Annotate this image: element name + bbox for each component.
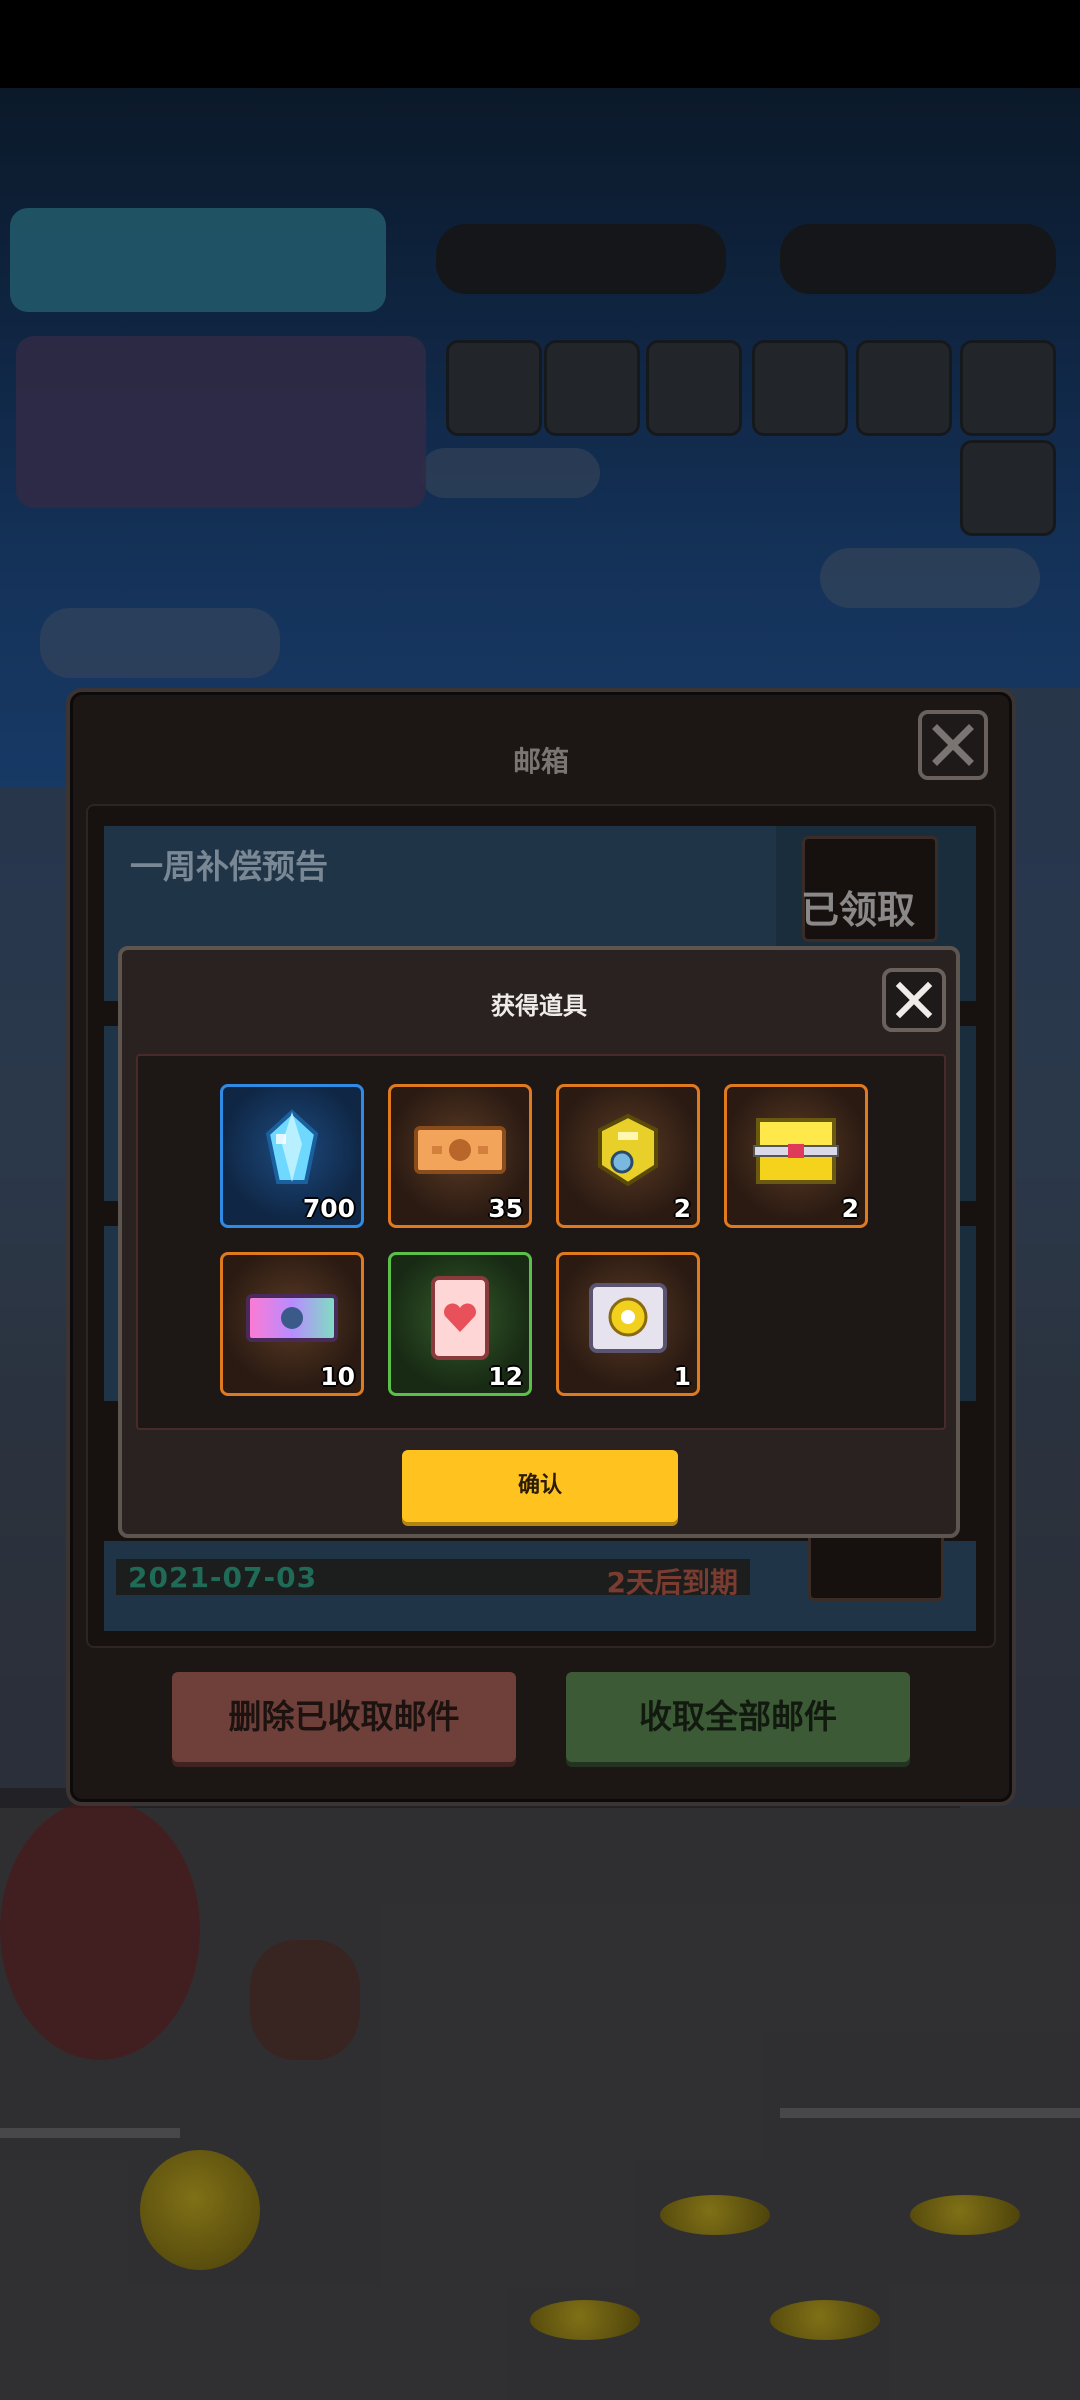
reward-item-pink-ticket[interactable]: 10	[220, 1252, 364, 1396]
confirm-button[interactable]: 确认	[402, 1450, 678, 1522]
close-icon	[932, 724, 974, 766]
reward-close-button[interactable]	[882, 968, 946, 1032]
silver-box-icon	[589, 1283, 667, 1354]
reward-item-orange-ticket[interactable]: 35	[388, 1084, 532, 1228]
yellow-chest-icon	[753, 1118, 839, 1185]
reward-item-helmet[interactable]: 2	[556, 1084, 700, 1228]
mailbox-close-button[interactable]	[918, 710, 988, 780]
diamond-crystal-icon	[265, 1109, 319, 1185]
reward-item-heart-ticket[interactable]: 12	[388, 1252, 532, 1396]
orange-ticket-icon	[414, 1126, 506, 1175]
item-quantity: 12	[488, 1362, 523, 1391]
mail-date: 2021-07-03	[128, 1561, 318, 1594]
reward-item-diamond[interactable]: 700	[220, 1084, 364, 1228]
pink-ticket-icon	[246, 1294, 338, 1343]
item-quantity: 10	[320, 1362, 355, 1391]
gold-helmet-icon	[598, 1114, 658, 1187]
delete-collected-mail-button[interactable]: 删除已收取邮件	[172, 1672, 516, 1762]
item-quantity: 2	[841, 1194, 859, 1223]
mail-reward-box: 已领取	[801, 836, 938, 942]
reward-popup: 获得道具 700 35 2 2 10 12 1 确认	[118, 946, 960, 1538]
reward-item-silver-box[interactable]: 1	[556, 1252, 700, 1396]
mailbox-title: 邮箱	[512, 745, 569, 778]
heart-ticket-icon	[431, 1276, 489, 1361]
mail-title: 一周补偿预告	[130, 847, 328, 886]
reward-popup-title: 获得道具	[491, 992, 587, 1020]
item-quantity: 2	[673, 1194, 691, 1223]
close-icon	[895, 981, 933, 1019]
claimed-label: 已领取	[801, 888, 916, 932]
mail-date-bar: 2021-07-03 2天后到期	[116, 1559, 750, 1599]
reward-item-chest[interactable]: 2	[724, 1084, 868, 1228]
item-quantity: 1	[673, 1362, 691, 1391]
collect-all-mail-button[interactable]: 收取全部邮件	[566, 1672, 910, 1762]
item-quantity: 35	[488, 1194, 523, 1223]
mail-item[interactable]: 2021-07-03 2天后到期	[104, 1501, 976, 1631]
mail-expiry: 2天后到期	[606, 1566, 738, 1599]
item-quantity: 700	[302, 1194, 355, 1223]
reward-item-grid: 700 35 2 2 10 12 1	[136, 1054, 946, 1430]
